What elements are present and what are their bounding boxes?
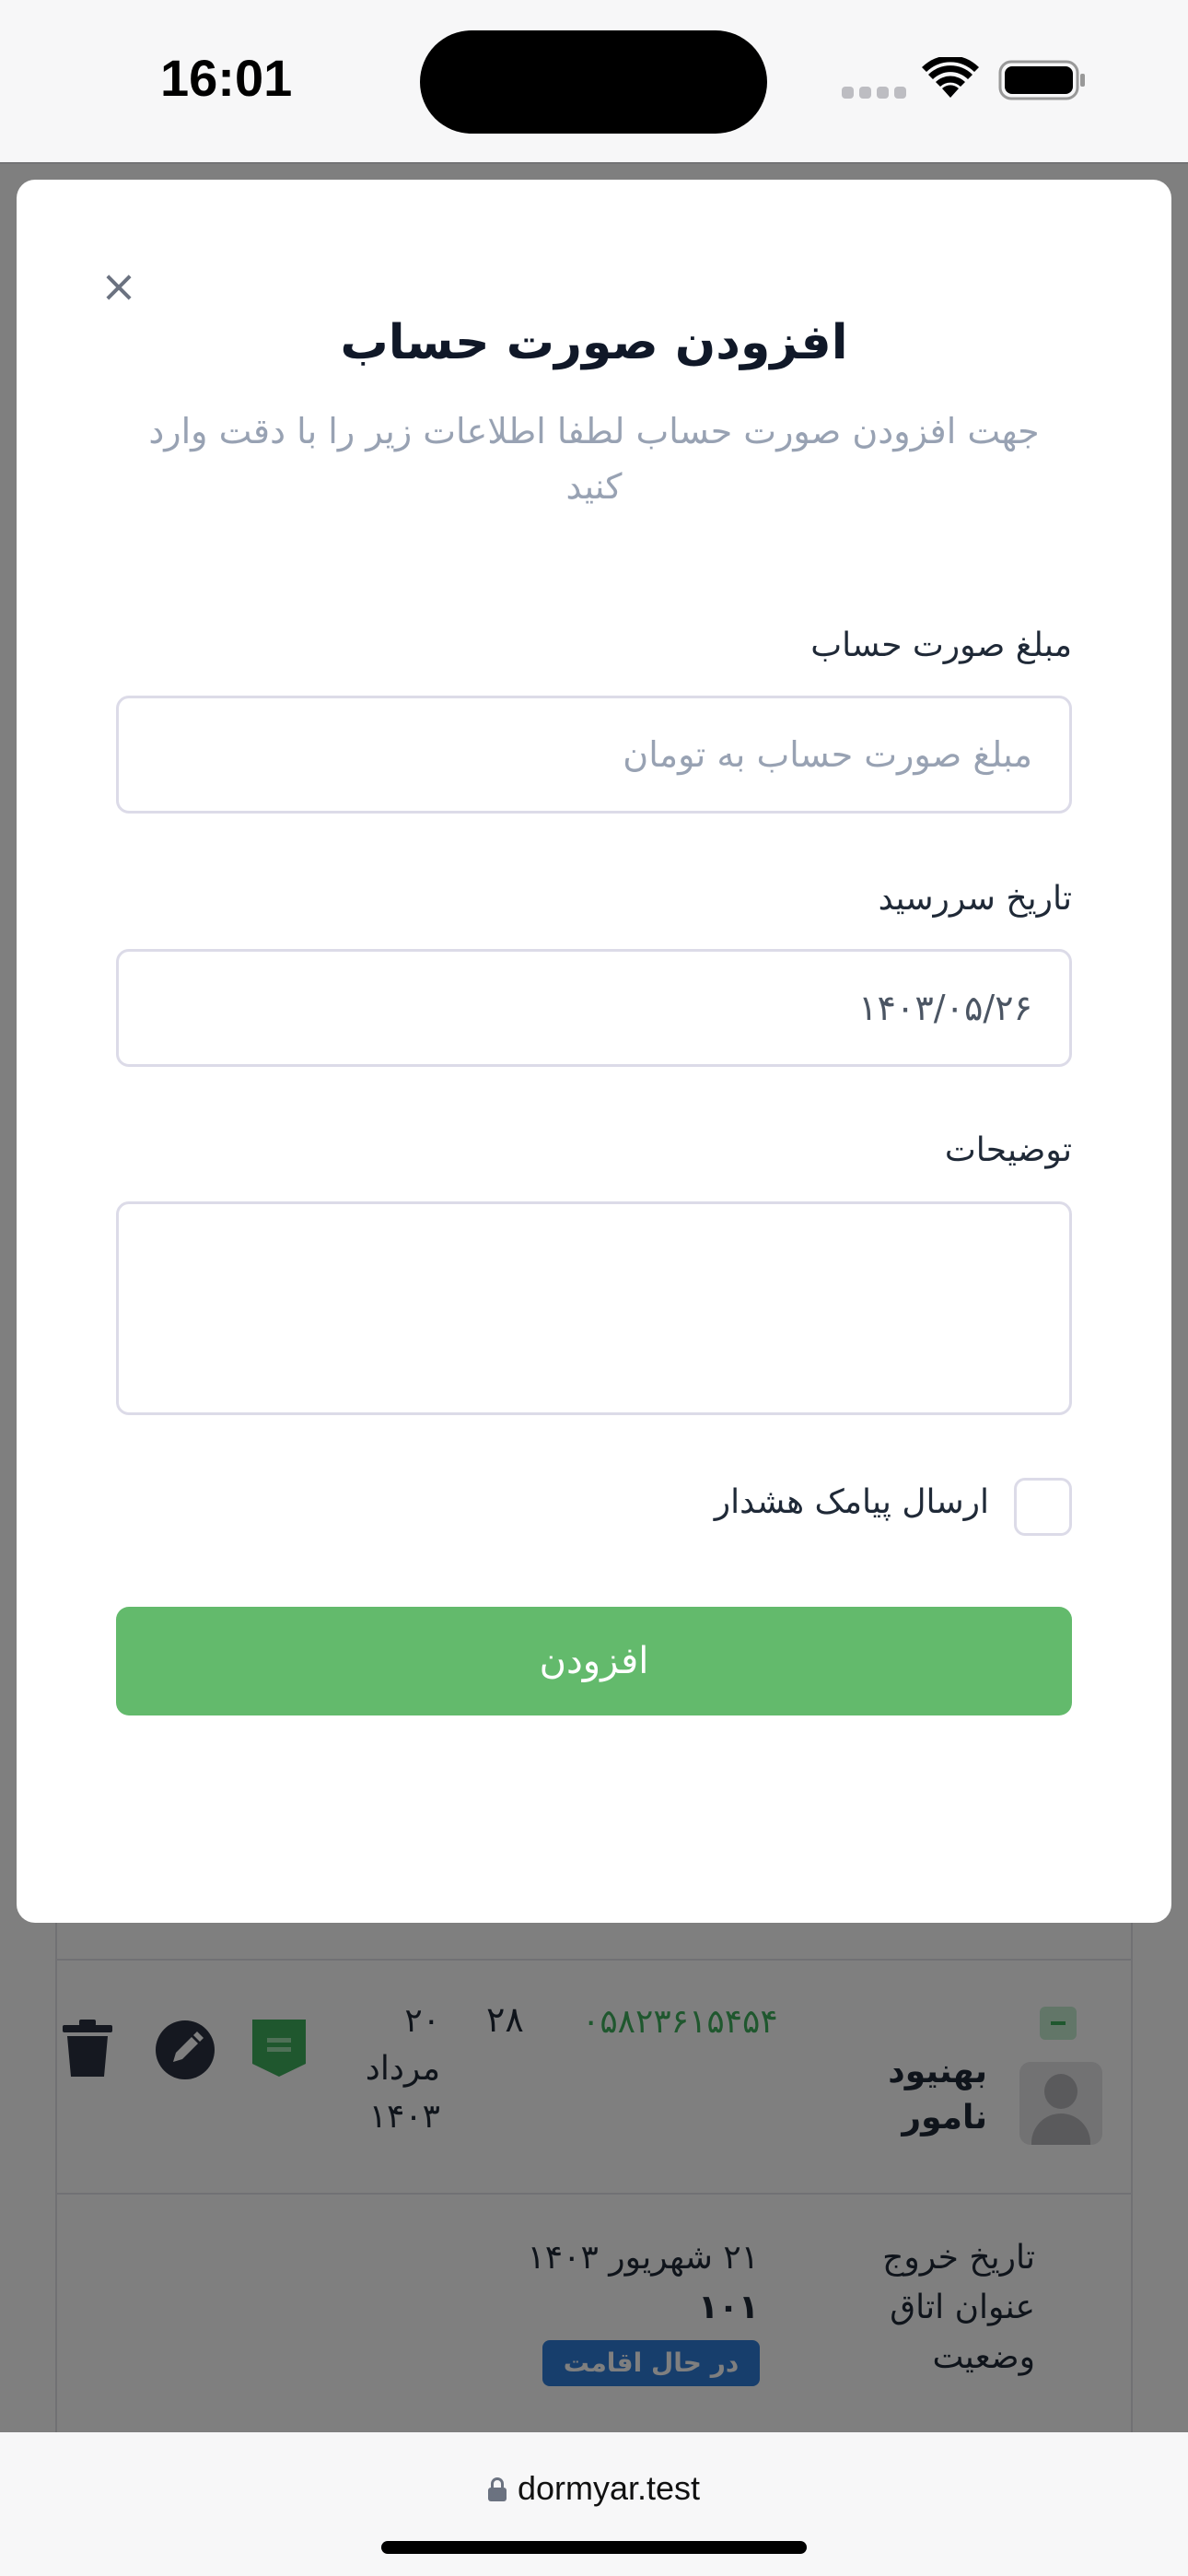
wifi-icon: [922, 57, 979, 98]
cellular-signal-icon: [842, 87, 906, 100]
add-invoice-button[interactable]: افزودن: [116, 1607, 1072, 1715]
sms-alert-label[interactable]: ارسال پیامک هشدار: [715, 1483, 989, 1521]
url-text[interactable]: dormyar.test: [518, 2469, 700, 2507]
battery-icon: [998, 60, 1085, 100]
due-date-input[interactable]: ۱۴۰۳/۰۵/۲۶: [116, 949, 1072, 1067]
sms-alert-checkbox[interactable]: [1014, 1478, 1072, 1536]
amount-placeholder: مبلغ صورت حساب به تومان: [623, 734, 1032, 775]
status-time: 16:01: [160, 49, 293, 107]
status-bar: 16:01: [0, 0, 1188, 162]
url-container[interactable]: dormyar.test: [0, 2469, 1188, 2508]
amount-input[interactable]: مبلغ صورت حساب به تومان: [116, 696, 1072, 814]
home-indicator[interactable]: [381, 2541, 807, 2554]
description-textarea[interactable]: [116, 1201, 1072, 1415]
dynamic-island: [420, 30, 767, 134]
close-icon[interactable]: ×: [86, 253, 152, 320]
due-date-value: ۱۴۰۳/۰۵/۲۶: [858, 988, 1032, 1028]
description-label: توضیحات: [944, 1131, 1072, 1169]
modal-title: افزودن صورت حساب: [340, 315, 848, 370]
due-date-label: تاریخ سررسید: [878, 880, 1072, 918]
amount-label: مبلغ صورت حساب: [810, 626, 1072, 664]
lock-icon: [487, 2477, 507, 2501]
browser-address-bar[interactable]: dormyar.test: [0, 2432, 1188, 2576]
modal-subtitle: جهت افزودن صورت حساب لطفا اطلاعات زیر را…: [148, 411, 1040, 507]
